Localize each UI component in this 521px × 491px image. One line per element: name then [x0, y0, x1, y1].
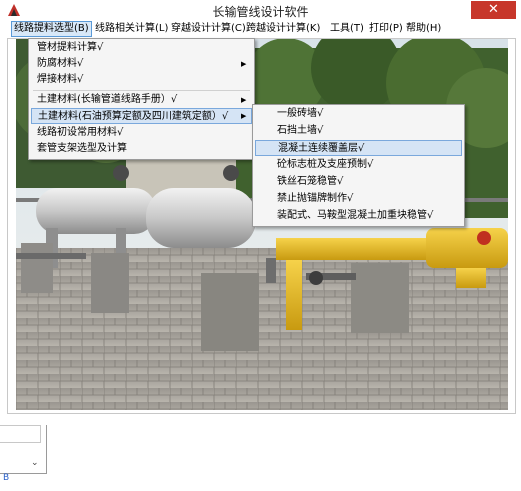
menu-item-anticorrosion[interactable]: 防腐材料√ — [37, 56, 83, 72]
menu-bar: 线路提料选型(B) 线路相关计算(L) 穿越设计计算(C) 跨越设计计算(K) … — [7, 21, 516, 39]
submenu-item-stone-retaining-wall[interactable]: 石挡土墙√ — [277, 123, 323, 139]
menu-line-calculation[interactable]: 线路相关计算(L) — [93, 22, 170, 36]
menu-line-materials[interactable]: 线路提料选型(B) — [11, 21, 92, 37]
submenu-item-marker-pile[interactable]: 砼标志桩及支座预制√ — [277, 157, 373, 173]
menu-span-design[interactable]: 跨越设计计算(K) — [244, 22, 322, 36]
menu-item-civil-quota[interactable]: 土建材料(石油预算定额及四川建筑定额）√ — [31, 108, 252, 124]
close-button[interactable]: ✕ — [471, 1, 516, 19]
menu-item-common-materials[interactable]: 线路初设常用材料√ — [37, 125, 123, 141]
menu-tools[interactable]: 工具(T) — [328, 22, 366, 36]
submenu-arrow-icon: ▶ — [241, 112, 247, 120]
menu-item-casing-support[interactable]: 套管支架选型及计算 — [37, 141, 127, 157]
menu-item-pipe-materials[interactable]: 管材提料计算√ — [37, 40, 103, 56]
menu-item-civil-manual[interactable]: 土建材料(长输管道线路手册）√ — [37, 92, 177, 108]
title-bar: 长输管线设计软件 ✕ — [0, 0, 521, 21]
window-title: 长输管线设计软件 — [212, 5, 309, 19]
submenu-arrow-icon: ▶ — [241, 60, 247, 68]
menu-separator — [33, 90, 250, 91]
submenu-arrow-icon: ▶ — [241, 96, 247, 104]
submenu-item-brick-wall[interactable]: 一般砖墙√ — [277, 106, 323, 122]
menu-crossing-design[interactable]: 穿越设计计算(C) — [169, 22, 248, 36]
submenu-item-no-anchor-sign[interactable]: 禁止抛锚牌制作√ — [277, 191, 353, 207]
corner-label: B — [3, 473, 10, 483]
bottom-panel: ⌄ B — [0, 425, 521, 491]
submenu-item-concrete-coating[interactable]: 混凝土连续覆盖层√ — [255, 140, 462, 156]
menu-item-welding[interactable]: 焊接材料√ — [37, 72, 83, 88]
menu-help[interactable]: 帮助(H) — [404, 22, 443, 36]
materials-dropdown-menu: 管材提料计算√ 防腐材料√ ▶ 焊接材料√ 土建材料(长输管道线路手册）√ ▶ … — [28, 38, 255, 160]
menu-print[interactable]: 打印(P) — [367, 22, 405, 36]
civil-quota-submenu: 一般砖墙√ 石挡土墙√ 混凝土连续覆盖层√ 砼标志桩及支座预制√ 铁丝石笼稳管√… — [252, 104, 465, 227]
submenu-item-weight-block[interactable]: 装配式、马鞍型混凝土加重块稳管√ — [277, 208, 433, 224]
submenu-item-gabion[interactable]: 铁丝石笼稳管√ — [277, 174, 343, 190]
side-tab-strip — [0, 425, 41, 443]
scroll-down-icon[interactable]: ⌄ — [31, 458, 39, 468]
app-window: 长输管线设计软件 ✕ 线路提料选型(B) 线路相关计算(L) 穿越设计计算(C)… — [0, 0, 521, 491]
